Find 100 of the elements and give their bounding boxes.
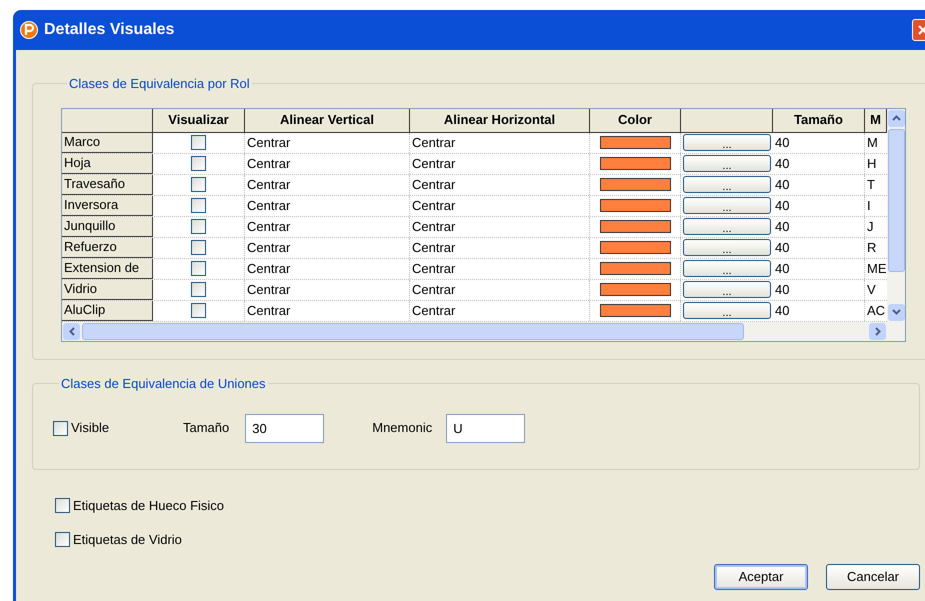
- table-cell: Centrar: [410, 196, 590, 216]
- checkbox[interactable]: [55, 498, 70, 514]
- table-cell: 40: [773, 216, 865, 236]
- row-header[interactable]: Refuerzo: [62, 238, 153, 258]
- color-swatch[interactable]: [600, 178, 670, 191]
- dialog-button[interactable]: Aceptar: [714, 564, 808, 590]
- checkbox[interactable]: [191, 240, 206, 255]
- color-swatch[interactable]: [600, 199, 670, 212]
- table-cell: 40: [773, 196, 865, 216]
- table-cell: Centrar: [245, 174, 410, 194]
- table-cell: 40: [773, 258, 865, 278]
- dialog-button[interactable]: Cancelar: [826, 564, 920, 590]
- table-cell-text: T: [866, 176, 876, 194]
- column-header[interactable]: Visualizar: [153, 108, 245, 132]
- table-cell: Centrar: [245, 132, 410, 152]
- column-header[interactable]: Tamaño: [773, 108, 865, 132]
- table-cell-text: M: [866, 134, 879, 152]
- row-header[interactable]: Hoja: [62, 154, 153, 174]
- table-cell: Centrar: [410, 280, 590, 300]
- table-cell-text: AC: [866, 302, 886, 320]
- table-cell: 40: [773, 132, 865, 152]
- color-swatch[interactable]: [600, 283, 670, 296]
- column-header[interactable]: Alinear Vertical: [245, 108, 410, 132]
- table-cell: Centrar: [245, 196, 410, 216]
- checkbox[interactable]: [191, 303, 206, 318]
- browse-button[interactable]: ...: [683, 134, 771, 151]
- browse-button[interactable]: ...: [683, 197, 771, 214]
- table-cell-text: I: [866, 196, 872, 215]
- table-cell-text: J: [866, 218, 874, 236]
- browse-button[interactable]: ...: [683, 281, 771, 298]
- table-cell: 40: [773, 238, 865, 258]
- group-title: Clases de Equivalencia de Uniones: [60, 375, 267, 393]
- mnemonic-field[interactable]: U: [446, 414, 526, 442]
- size-field[interactable]: 30: [245, 414, 324, 442]
- horizontal-scrollbar[interactable]: [62, 322, 905, 340]
- table-cell: Centrar: [410, 238, 590, 258]
- column-header[interactable]: Color: [590, 108, 681, 132]
- color-swatch[interactable]: [600, 157, 670, 170]
- row-header[interactable]: Travesaño: [62, 174, 153, 194]
- column-header[interactable]: Alinear Horizontal: [410, 108, 590, 132]
- chevron-left-icon: [68, 326, 74, 336]
- table-cell-text: ME: [866, 260, 887, 278]
- table-cell: Centrar: [410, 300, 590, 320]
- row-header[interactable]: Inversora: [62, 196, 153, 216]
- table-cell: Centrar: [245, 216, 410, 236]
- checkbox[interactable]: [191, 198, 206, 213]
- color-swatch[interactable]: [600, 241, 670, 254]
- browse-button[interactable]: ...: [683, 239, 771, 256]
- table-cell: 40: [773, 154, 865, 174]
- table-cell: Centrar: [410, 258, 590, 278]
- column-header[interactable]: [681, 108, 773, 132]
- table-cell: Centrar: [410, 132, 590, 152]
- table-cell-text: V: [866, 280, 877, 299]
- table-cell: Centrar: [410, 174, 590, 194]
- checkbox-label: Etiquetas de Vidrio: [73, 530, 182, 549]
- browse-button[interactable]: ...: [683, 176, 771, 193]
- browse-button[interactable]: ...: [683, 260, 771, 277]
- vertical-scrollbar[interactable]: [887, 108, 905, 322]
- color-swatch[interactable]: [600, 220, 670, 233]
- table-cell: Centrar: [410, 154, 590, 174]
- checkbox[interactable]: [191, 135, 206, 150]
- table-cell: 40: [773, 300, 865, 320]
- browse-button[interactable]: ...: [683, 155, 771, 172]
- checkbox[interactable]: [191, 261, 206, 276]
- color-swatch[interactable]: [600, 262, 670, 275]
- color-swatch[interactable]: [600, 136, 670, 149]
- table-cell: Centrar: [245, 258, 410, 278]
- group-title: Clases de Equivalencia por Rol: [68, 75, 251, 93]
- browse-button[interactable]: ...: [683, 218, 771, 235]
- row-header[interactable]: Vidrio: [62, 280, 153, 300]
- chevron-down-icon: [892, 309, 900, 315]
- table-cell: Centrar: [245, 238, 410, 258]
- checkbox[interactable]: [191, 282, 206, 297]
- table-cell: Centrar: [245, 154, 410, 174]
- table-cell: Centrar: [245, 280, 410, 300]
- row-header[interactable]: Extension de: [62, 258, 153, 278]
- checkbox[interactable]: [55, 532, 70, 547]
- row-header[interactable]: Marco: [62, 132, 153, 152]
- table-cell: 40: [773, 280, 865, 300]
- field-label: Tamaño: [183, 419, 230, 438]
- table-cell: 40: [773, 174, 865, 194]
- checkbox-label: Visible: [71, 419, 110, 438]
- row-header[interactable]: Junquillo: [62, 216, 153, 236]
- checkbox[interactable]: [191, 177, 206, 192]
- chevron-right-icon: [874, 326, 880, 336]
- column-header[interactable]: [62, 108, 153, 132]
- field-label: Mnemonic: [372, 419, 432, 438]
- column-header[interactable]: M: [865, 108, 887, 132]
- table-cell-text: H: [866, 154, 878, 173]
- checkbox[interactable]: [191, 219, 206, 234]
- row-header[interactable]: AluClip: [62, 300, 153, 320]
- color-swatch[interactable]: [600, 304, 670, 317]
- app-logo-icon: [20, 21, 38, 39]
- checkbox[interactable]: [53, 420, 68, 436]
- checkbox-label: Etiquetas de Hueco Fisico: [73, 497, 224, 515]
- checkbox[interactable]: [191, 156, 206, 171]
- window-title: Detalles Visuales: [44, 20, 174, 40]
- table-cell: Centrar: [245, 300, 410, 320]
- chevron-up-icon: [892, 115, 900, 121]
- browse-button[interactable]: ...: [683, 302, 771, 319]
